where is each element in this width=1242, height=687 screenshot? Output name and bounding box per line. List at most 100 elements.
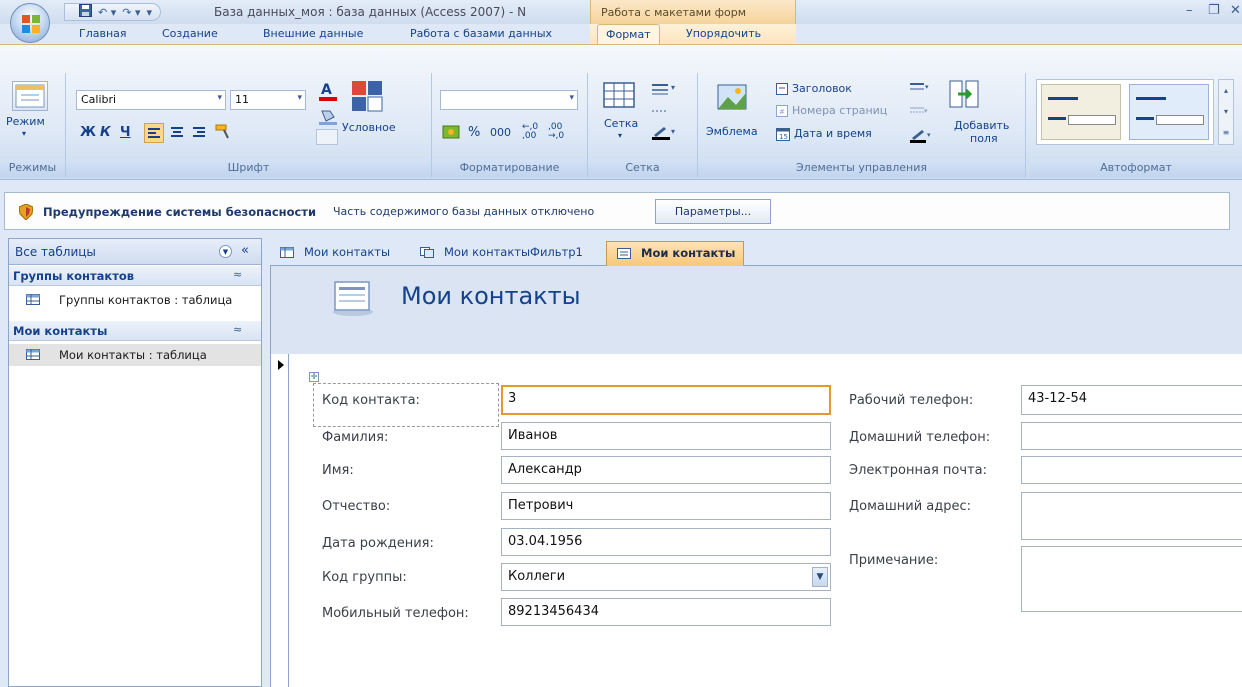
line-thickness-icon[interactable]: ▾	[910, 81, 932, 95]
nav-pane-header[interactable]: Все таблицы ▼ «	[9, 239, 261, 265]
save-icon[interactable]	[79, 4, 92, 20]
line-type-icon[interactable]	[650, 103, 680, 119]
nav-item-contact-groups-table[interactable]: Группы контактов : таблица	[9, 289, 261, 311]
date-time-icon[interactable]: 15	[776, 127, 790, 141]
date-time-label[interactable]: Дата и время	[794, 127, 872, 140]
tab-create[interactable]: Создание	[162, 27, 218, 40]
nav-group-contact-groups[interactable]: Группы контактов ≈	[9, 266, 261, 286]
contact-id-field[interactable]: 3	[501, 385, 831, 415]
number-format-combo[interactable]: ▾	[440, 90, 578, 110]
currency-format-icon[interactable]	[442, 123, 460, 141]
label-note: Примечание:	[849, 553, 939, 568]
pen-color-icon[interactable]: ▾	[910, 127, 934, 143]
office-button[interactable]	[10, 3, 50, 43]
fill-color-icon[interactable]	[316, 107, 342, 127]
quick-access-toolbar: ↶ ▾ ↷ ▾ ▾	[64, 3, 162, 21]
minimize-icon[interactable]: –	[1186, 3, 1193, 18]
doc-tab-contacts-table[interactable]: Мои контакты	[270, 241, 398, 266]
gridlines-style-icon[interactable]	[316, 129, 338, 145]
add-fields-icon[interactable]	[948, 79, 980, 111]
svg-text:#: #	[779, 108, 785, 116]
align-center-icon[interactable]	[168, 123, 186, 144]
title-label[interactable]: Заголовок	[792, 82, 852, 95]
tab-format[interactable]: Формат	[597, 24, 660, 45]
chevron-down-icon[interactable]: ▾	[618, 131, 622, 140]
align-right-icon[interactable]	[190, 123, 208, 144]
autoformat-swatch-2[interactable]	[1129, 84, 1209, 140]
autoformat-swatch-1[interactable]	[1041, 84, 1121, 140]
collapse-group-icon[interactable]: ≈	[233, 268, 242, 281]
note-field[interactable]	[1021, 546, 1242, 612]
work-phone-field[interactable]: 43-12-54	[1021, 385, 1242, 415]
tab-database-tools[interactable]: Работа с базами данных	[410, 27, 552, 40]
context-tab-group-title: Работа с макетами форм	[590, 0, 796, 24]
current-record-arrow-icon	[278, 360, 284, 370]
group-formatting: ▾ % 000 ←,0,00 ,00 →,0 Форматирование	[432, 73, 588, 177]
email-field[interactable]	[1021, 456, 1242, 484]
italic-button[interactable]: К	[100, 125, 111, 140]
birth-date-field[interactable]: 03.04.1956	[501, 528, 831, 556]
page-numbers-icon[interactable]: #	[776, 105, 788, 117]
logo-label[interactable]: Эмблема	[706, 125, 758, 138]
last-name-field[interactable]: Иванов	[501, 422, 831, 450]
font-name-combo[interactable]: Calibri ▾	[76, 90, 226, 110]
border-style-icon[interactable]: ▾	[910, 105, 930, 117]
layout-move-handle-icon[interactable]: ✛	[309, 372, 319, 382]
form-icon	[617, 248, 631, 259]
home-phone-field[interactable]	[1021, 422, 1242, 450]
collapse-group-icon[interactable]: ≈	[233, 323, 242, 336]
view-mode-icon[interactable]	[12, 81, 48, 111]
line-width-icon[interactable]: ▾	[650, 81, 680, 97]
security-warning-message: Часть содержимого базы данных отключено	[333, 205, 595, 218]
nav-group-my-contacts[interactable]: Мои контакты ≈	[9, 321, 261, 341]
font-color-icon[interactable]: A	[316, 79, 342, 105]
undo-icon[interactable]: ↶ ▾	[98, 6, 116, 19]
options-button[interactable]: Параметры...	[655, 199, 771, 224]
tab-external-data[interactable]: Внешние данные	[263, 27, 363, 40]
add-fields-label-2[interactable]: поля	[970, 132, 998, 145]
percent-format-button[interactable]: %	[468, 125, 480, 140]
view-mode-label[interactable]: Режим	[6, 115, 45, 128]
autoformat-gallery[interactable]	[1036, 79, 1214, 145]
format-painter-icon[interactable]	[214, 123, 232, 144]
thousands-separator-button[interactable]: 000	[490, 126, 511, 139]
group-autoformat: ▴ ▾ ≡ Автоформат	[1030, 73, 1242, 177]
increase-decimals-button[interactable]: ←,0,00	[522, 123, 538, 141]
underline-button[interactable]: Ч	[120, 125, 131, 140]
bold-button[interactable]: Ж	[80, 125, 96, 140]
patronymic-field[interactable]: Петрович	[501, 492, 831, 520]
doc-tab-contacts-form[interactable]: Мои контакты	[606, 241, 745, 266]
view-mode-chevron-icon[interactable]: ▾	[22, 129, 26, 138]
chevron-down-icon[interactable]: ▼	[219, 245, 232, 258]
nav-item-my-contacts-table[interactable]: Мои контакты : таблица	[9, 344, 261, 366]
line-color-icon[interactable]: ▾	[650, 123, 680, 141]
home-address-field[interactable]	[1021, 492, 1242, 540]
font-size-combo[interactable]: 11 ▾	[230, 90, 306, 110]
close-icon[interactable]: ✕	[1230, 3, 1241, 18]
tab-home[interactable]: Главная	[79, 27, 127, 40]
align-left-icon[interactable]	[144, 123, 164, 143]
record-selector[interactable]	[271, 354, 289, 687]
tab-arrange[interactable]: Упорядочить	[686, 27, 761, 40]
restore-icon[interactable]: ❐	[1208, 3, 1220, 18]
redo-icon[interactable]: ↷ ▾	[122, 6, 140, 19]
customize-qat-icon[interactable]: ▾	[147, 6, 153, 19]
add-fields-label[interactable]: Добавить	[954, 119, 1009, 132]
logo-image-icon[interactable]	[716, 79, 750, 113]
chevron-down-icon[interactable]: ▼	[812, 567, 828, 587]
decrease-decimals-button[interactable]: ,00 →,0	[548, 123, 564, 141]
gridlines-label[interactable]: Сетка	[604, 117, 638, 130]
conditional-format-label[interactable]: Условное	[342, 121, 396, 134]
gridlines-icon[interactable]	[602, 81, 638, 111]
title-icon[interactable]	[776, 83, 788, 95]
collapse-pane-icon[interactable]: «	[241, 243, 249, 258]
first-name-field[interactable]: Александр	[501, 456, 831, 484]
group-id-combo[interactable]: Коллеги ▼	[501, 563, 831, 591]
gallery-scroll[interactable]: ▴ ▾ ≡	[1218, 79, 1234, 145]
label-group-id: Код группы:	[322, 570, 407, 585]
mobile-phone-field[interactable]: 89213456434	[501, 598, 831, 626]
doc-tab-contacts-filter[interactable]: Мои контактыФильтр1	[410, 241, 591, 266]
page-numbers-label[interactable]: Номера страниц	[792, 104, 887, 117]
conditional-format-icon[interactable]	[350, 79, 384, 113]
chevron-down-icon: ▾	[217, 93, 222, 103]
